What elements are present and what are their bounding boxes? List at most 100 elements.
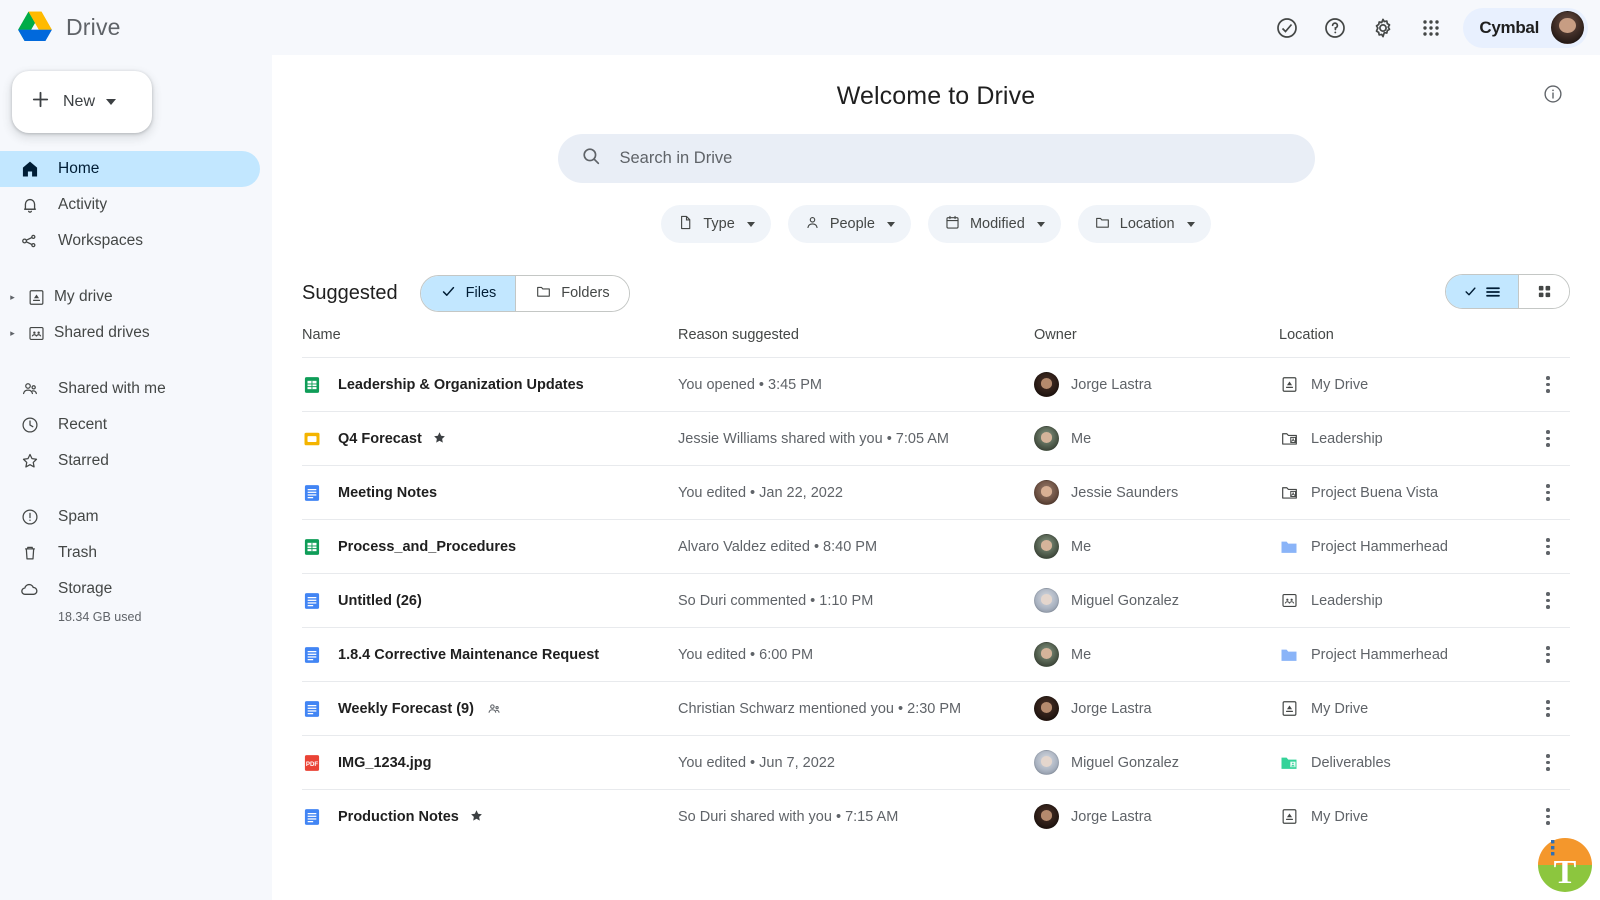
location-cell[interactable]: Deliverables [1279, 753, 1526, 773]
location-cell[interactable]: My Drive [1279, 375, 1526, 395]
folder-icon [535, 283, 552, 304]
tasks-check-circle-icon[interactable] [1265, 6, 1309, 50]
column-header-reason[interactable]: Reason suggested [678, 327, 1034, 343]
location-cell[interactable]: Leadership [1279, 591, 1526, 611]
star-icon[interactable] [432, 430, 447, 448]
sidebar-item-spam[interactable]: Spam [0, 499, 260, 535]
filter-chip-location[interactable]: Location [1077, 205, 1211, 243]
column-header-owner[interactable]: Owner [1034, 327, 1279, 343]
sidebar-item-trash[interactable]: Trash [0, 535, 260, 571]
table-row[interactable]: Leadership & Organization Updates You ope… [302, 357, 1570, 411]
toggle-files[interactable]: Files [420, 275, 516, 311]
account-chip[interactable]: Cymbal [1463, 7, 1588, 48]
sidebar-item-home[interactable]: Home [0, 151, 260, 187]
brand[interactable]: Drive [0, 9, 121, 47]
table-row[interactable]: Weekly Forecast (9) Christian Schwarz men… [302, 681, 1570, 735]
toggle-folders-label: Folders [561, 285, 610, 301]
location-cell[interactable]: Project Buena Vista [1279, 483, 1526, 503]
location-cell[interactable]: Project Hammerhead [1279, 645, 1526, 665]
star-icon[interactable] [469, 808, 484, 826]
shared-folder-icon [1279, 429, 1299, 449]
location-cell[interactable]: Project Hammerhead [1279, 537, 1526, 557]
more-vert-icon[interactable] [1546, 700, 1550, 717]
person-icon [804, 214, 821, 235]
chevron-right-icon[interactable]: ▸ [6, 328, 19, 339]
file-name-cell[interactable]: Process_and_Procedures [302, 537, 678, 557]
file-name-label: IMG_1234.jpg [338, 754, 432, 771]
avatar [1034, 750, 1059, 775]
sidebar-item-shared-with-me[interactable]: Shared with me [0, 371, 260, 407]
search-input[interactable]: Search in Drive [557, 134, 1315, 183]
more-vert-icon[interactable] [1546, 754, 1550, 771]
apps-grid-icon[interactable] [1409, 6, 1453, 50]
more-vert-icon[interactable] [1546, 538, 1550, 555]
sidebar-item-storage[interactable]: Storage [0, 571, 260, 607]
row-menu-button[interactable] [1526, 592, 1570, 609]
owner-cell: Jorge Lastra [1034, 804, 1279, 829]
file-name-cell[interactable]: 1.8.4 Corrective Maintenance Request [302, 645, 678, 665]
more-vert-icon[interactable] [1546, 376, 1550, 393]
sidebar-item-shared-drives[interactable]: ▸ Shared drives [0, 315, 260, 351]
table-row[interactable]: Meeting Notes You edited • Jan 22, 2022 Je… [302, 465, 1570, 519]
shared-people-icon [486, 701, 502, 717]
file-name-cell[interactable]: PDF IMG_1234.jpg [302, 753, 678, 773]
file-name-cell[interactable]: Untitled (26) [302, 591, 678, 611]
filter-chip-people[interactable]: People [787, 205, 911, 243]
info-icon[interactable] [1542, 83, 1564, 110]
help-icon[interactable] [1313, 6, 1357, 50]
file-name-cell[interactable]: Meeting Notes [302, 483, 678, 503]
column-header-location[interactable]: Location [1279, 327, 1526, 343]
column-header-name[interactable]: Name [302, 327, 678, 343]
sidebar-item-label: Starred [58, 452, 109, 469]
row-menu-button[interactable] [1526, 376, 1570, 393]
row-menu-button[interactable] [1526, 808, 1570, 825]
file-name-cell[interactable]: Weekly Forecast (9) [302, 699, 678, 719]
owner-cell: Me [1034, 426, 1279, 451]
grid-view-button[interactable] [1518, 275, 1569, 308]
sidebar-item-workspaces[interactable]: Workspaces [0, 223, 260, 259]
row-menu-button[interactable] [1526, 700, 1570, 717]
sidebar-item-starred[interactable]: Starred [0, 443, 260, 479]
blue-folder-icon [1279, 645, 1299, 665]
file-name-cell[interactable]: Leadership & Organization Updates [302, 375, 678, 395]
new-button[interactable]: New [12, 71, 152, 133]
sidebar-item-my-drive[interactable]: ▸ My drive [0, 279, 260, 315]
table-row[interactable]: 1.8.4 Corrective Maintenance Request You … [302, 627, 1570, 681]
grid-icon [1538, 285, 1550, 298]
more-vert-icon[interactable] [1546, 646, 1550, 663]
row-menu-button[interactable] [1526, 646, 1570, 663]
location-cell[interactable]: My Drive [1279, 807, 1526, 827]
settings-gear-icon[interactable] [1361, 6, 1405, 50]
table-row[interactable]: Untitled (26) So Duri commented • 1:10 PM… [302, 573, 1570, 627]
file-name-cell[interactable]: Q4 Forecast [302, 429, 678, 449]
site-watermark: T [1534, 834, 1596, 896]
more-vert-icon[interactable] [1546, 808, 1550, 825]
file-name-cell[interactable]: Production Notes [302, 807, 678, 827]
sidebar-item-label: Trash [58, 544, 98, 561]
location-cell[interactable]: My Drive [1279, 699, 1526, 719]
row-menu-button[interactable] [1526, 538, 1570, 555]
row-menu-button[interactable] [1526, 484, 1570, 501]
sidebar-item-activity[interactable]: Activity [0, 187, 260, 223]
files-table: Name Reason suggested Owner Location Lea… [302, 327, 1570, 843]
table-row[interactable]: Q4 Forecast Jessie Williams shared with y… [302, 411, 1570, 465]
table-row[interactable]: Production Notes So Duri shared with you … [302, 789, 1570, 843]
toggle-folders[interactable]: Folders [515, 275, 629, 311]
spam-icon [19, 507, 40, 528]
location-cell[interactable]: Leadership [1279, 429, 1526, 449]
filter-chip-type[interactable]: Type [661, 205, 771, 243]
file-name-label: Process_and_Procedures [338, 538, 517, 555]
table-row[interactable]: Process_and_Procedures Alvaro Valdez edit… [302, 519, 1570, 573]
more-vert-icon[interactable] [1546, 484, 1550, 501]
filter-chip-label: Location [1119, 216, 1175, 232]
table-row[interactable]: PDF IMG_1234.jpg You edited • Jun 7, 2022 M… [302, 735, 1570, 789]
filter-chip-modified[interactable]: Modified [927, 205, 1061, 243]
list-view-button[interactable] [1446, 275, 1518, 308]
account-avatar[interactable] [1551, 11, 1584, 44]
row-menu-button[interactable] [1526, 430, 1570, 447]
more-vert-icon[interactable] [1546, 592, 1550, 609]
row-menu-button[interactable] [1526, 754, 1570, 771]
more-vert-icon[interactable] [1546, 430, 1550, 447]
sidebar-item-recent[interactable]: Recent [0, 407, 260, 443]
chevron-right-icon[interactable]: ▸ [6, 292, 19, 303]
